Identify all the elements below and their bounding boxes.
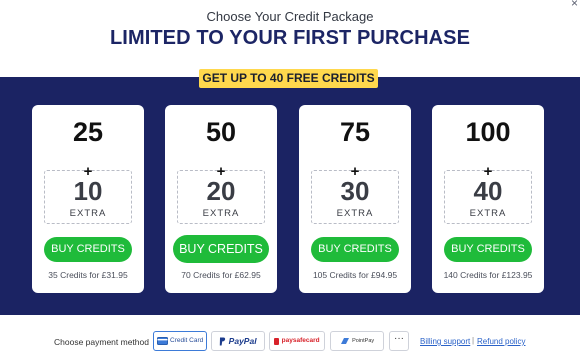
- payment-method-name: PayPal: [228, 336, 257, 346]
- package-price: 105 Credits for £94.95: [312, 270, 398, 280]
- pointpay-icon: [340, 338, 349, 344]
- refund-policy-link[interactable]: Refund policy: [477, 337, 525, 346]
- more-payment-methods-button[interactable]: ···: [389, 331, 409, 351]
- payment-footer: Choose payment method Credit Card PayPal…: [0, 329, 580, 355]
- plus-sign: +: [216, 163, 226, 180]
- buy-credits-button[interactable]: BUY CREDITS: [44, 237, 132, 262]
- package-card: 75 30 EXTRA + BUY CREDITS 105 Credits fo…: [299, 105, 411, 293]
- extra-label: EXTRA: [469, 208, 507, 219]
- extra-credits: 30: [340, 176, 370, 206]
- link-separator: |: [472, 336, 475, 345]
- promo-banner: GET UP TO 40 FREE CREDITS: [199, 69, 378, 88]
- extra-label: EXTRA: [336, 208, 374, 219]
- package-card: 50 20 EXTRA + BUY CREDITS 70 Credits for…: [165, 105, 277, 293]
- payment-method-name: paysafecard: [281, 337, 320, 344]
- billing-support-link[interactable]: Billing support: [420, 337, 470, 346]
- extra-credits: 20: [206, 176, 236, 206]
- package-price: 140 Credits for £123.95: [443, 270, 533, 280]
- package-base-credits: 50: [205, 117, 237, 147]
- payment-credit-card[interactable]: Credit Card: [153, 331, 207, 351]
- package-base-credits: 100: [465, 117, 511, 147]
- buy-credits-button[interactable]: BUY CREDITS: [311, 237, 399, 262]
- subtitle: Choose Your Credit Package: [206, 9, 374, 24]
- payment-method-label: Choose payment method: [54, 337, 149, 347]
- extra-credits: 40: [473, 176, 503, 206]
- package-card: 25 10 EXTRA + BUY CREDITS 35 Credits for…: [32, 105, 144, 293]
- paysafecard-icon: [274, 337, 280, 345]
- extra-label: EXTRA: [202, 208, 240, 219]
- plus-sign: +: [483, 163, 493, 180]
- package-base-credits: 75: [339, 117, 371, 147]
- payment-pointpay[interactable]: PointPay: [330, 331, 384, 351]
- close-icon[interactable]: ×: [571, 0, 578, 9]
- extra-label: EXTRA: [69, 208, 107, 219]
- page-title: LIMITED TO YOUR FIRST PURCHASE: [109, 27, 471, 49]
- credit-card-icon: [156, 337, 168, 345]
- package-price: 70 Credits for £62.95: [181, 270, 261, 280]
- buy-credits-button[interactable]: BUY CREDITS: [173, 235, 269, 263]
- package-card: 100 40 EXTRA + BUY CREDITS 140 Credits f…: [432, 105, 544, 293]
- extra-credits: 10: [73, 176, 103, 206]
- plus-sign: +: [350, 163, 360, 180]
- payment-method-name: Credit Card: [170, 337, 204, 344]
- package-price: 35 Credits for £31.95: [48, 270, 128, 280]
- payment-method-name: PointPay: [352, 338, 375, 344]
- paypal-icon: [220, 337, 226, 345]
- plus-sign: +: [83, 163, 93, 180]
- payment-paypal[interactable]: PayPal: [211, 331, 265, 351]
- payment-paysafecard[interactable]: paysafecard: [269, 331, 325, 351]
- buy-credits-button[interactable]: BUY CREDITS: [444, 237, 532, 262]
- package-base-credits: 25: [72, 117, 104, 147]
